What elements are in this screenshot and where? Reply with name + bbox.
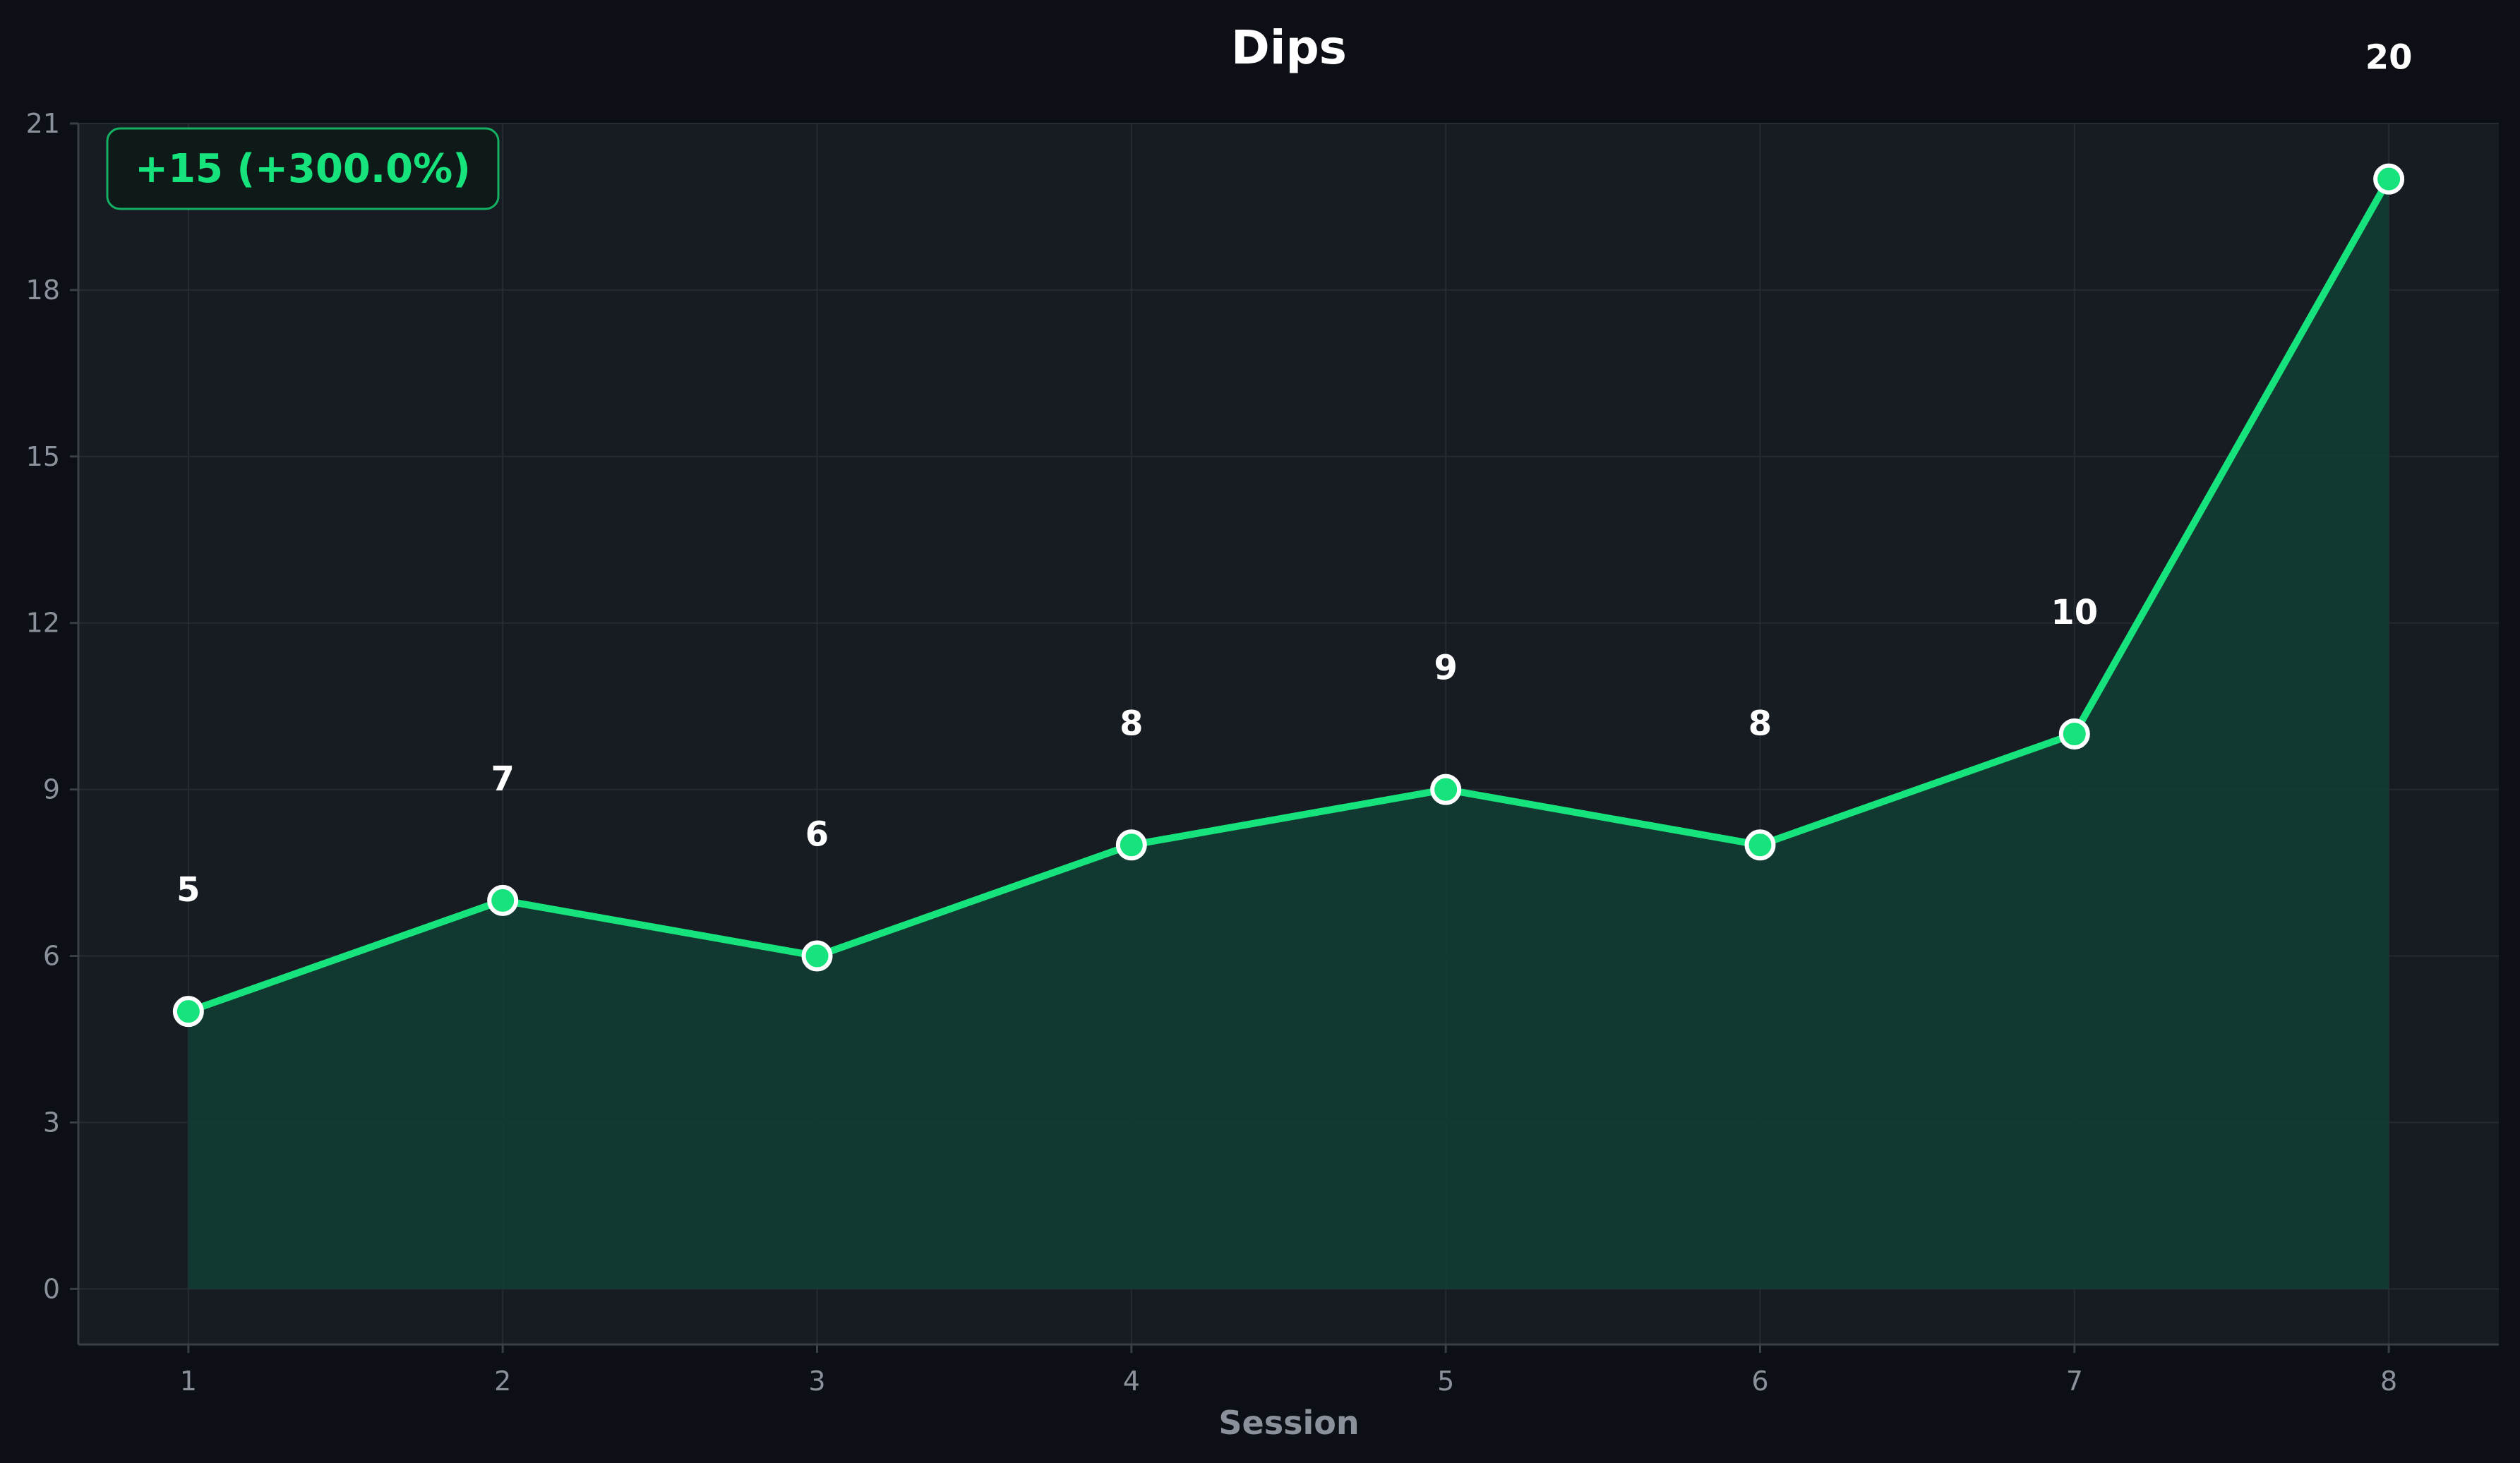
y-tick-label: 12 — [26, 608, 60, 639]
data-label: 9 — [1434, 649, 1457, 688]
y-tick-label: 18 — [26, 275, 60, 306]
data-point — [2058, 718, 2090, 749]
data-label: 8 — [1120, 704, 1143, 743]
change-annotation: +15 (+300.0%) — [135, 146, 471, 192]
y-tick-label: 0 — [43, 1273, 60, 1304]
x-tick-label: 4 — [1123, 1366, 1140, 1397]
x-tick-label: 1 — [180, 1366, 197, 1397]
y-tick-label: 6 — [43, 941, 60, 972]
data-point — [172, 996, 204, 1028]
chart-title: Dips — [1231, 20, 1347, 75]
data-label: 5 — [176, 870, 200, 910]
x-tick-label: 5 — [1437, 1366, 1454, 1397]
change-annotation-box: +15 (+300.0%) — [106, 127, 500, 210]
data-label: 8 — [1748, 704, 1772, 743]
data-point — [487, 884, 519, 916]
data-label: 10 — [2051, 593, 2098, 632]
x-tick-label: 6 — [1751, 1366, 1768, 1397]
data-label: 7 — [491, 759, 514, 799]
data-point — [2373, 163, 2405, 195]
x-tick-label: 7 — [2066, 1366, 2083, 1397]
data-point — [1744, 829, 1776, 861]
y-tick-label: 21 — [26, 108, 60, 139]
chart: 5768981020 1 2 3 4 5 6 7 8036912151821 Dips Ses… — [0, 0, 2520, 1463]
y-tick-label: 9 — [43, 774, 60, 805]
data-label: 6 — [805, 815, 829, 855]
y-tick-label: 15 — [26, 441, 60, 472]
x-tick-label: 2 — [494, 1366, 511, 1397]
x-tick-label: 3 — [808, 1366, 825, 1397]
data-label: 20 — [2365, 38, 2413, 78]
x-axis-label: Session — [1218, 1404, 1359, 1442]
data-point — [801, 940, 833, 972]
y-tick-label: 3 — [43, 1107, 60, 1138]
x-tick-label: 8 — [2380, 1366, 2397, 1397]
data-point — [1115, 829, 1147, 861]
data-point — [1430, 773, 1462, 805]
